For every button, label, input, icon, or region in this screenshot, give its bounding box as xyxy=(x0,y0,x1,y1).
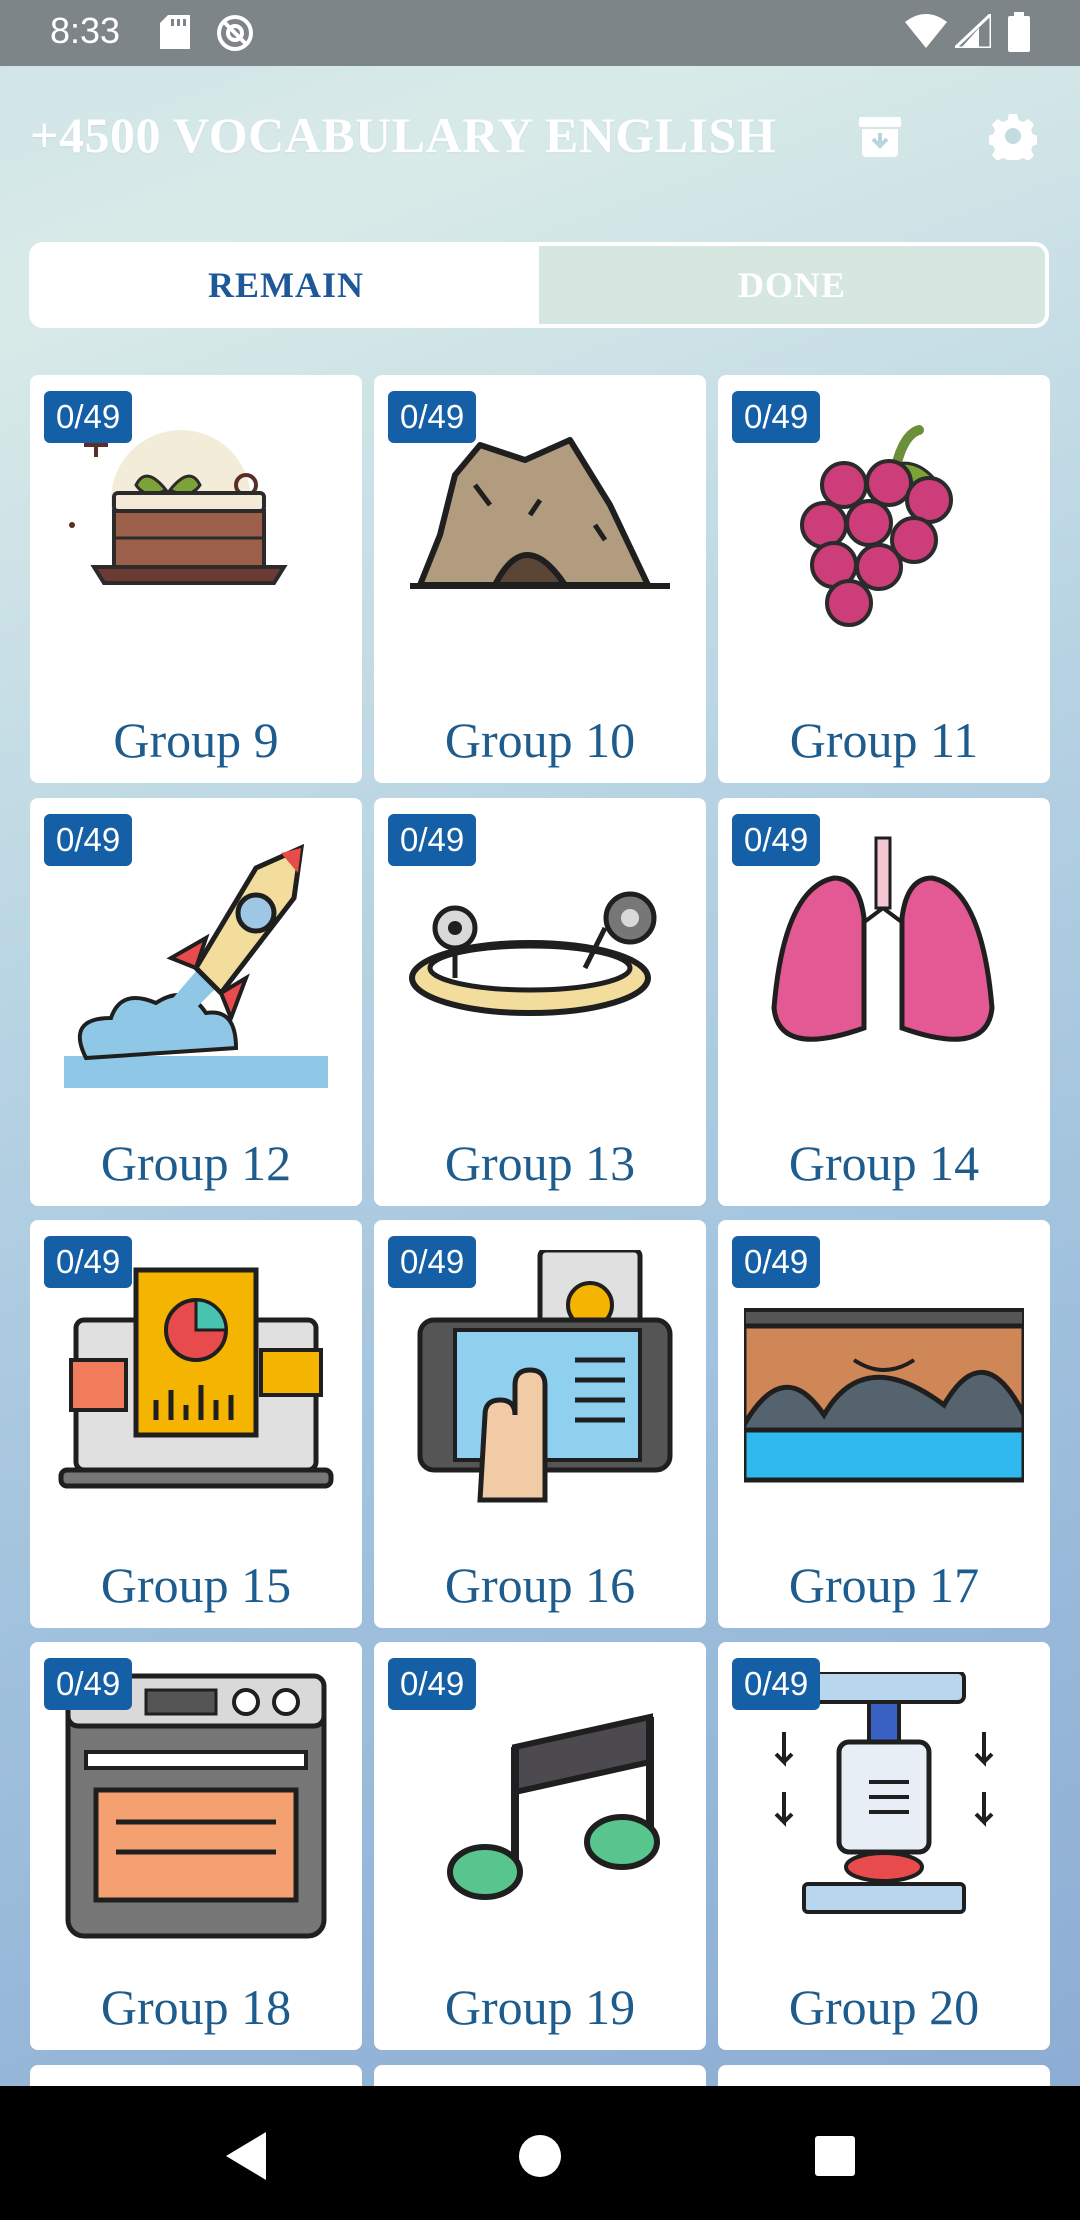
bracelet-icon xyxy=(409,891,657,1016)
progress-badge: 0/49 xyxy=(388,814,477,866)
group-card[interactable]: 0/49 Group 14 xyxy=(718,798,1050,1206)
progress-badge: 0/49 xyxy=(388,1236,477,1288)
progress-badge: 0/49 xyxy=(44,1236,133,1288)
analytics-laptop-icon xyxy=(58,1267,334,1489)
touch-screen-icon xyxy=(417,1250,673,1503)
archive-download-icon[interactable] xyxy=(850,106,910,166)
battery-icon xyxy=(1008,12,1030,57)
recents-icon[interactable] xyxy=(805,2126,865,2186)
progress-badge: 0/49 xyxy=(388,1658,477,1710)
group-card[interactable]: 0/49 Group 11 xyxy=(718,375,1050,783)
group-card[interactable]: 0/49 Group 18 xyxy=(30,1642,362,2050)
lungs-icon xyxy=(771,836,995,1042)
press-machine-icon xyxy=(774,1672,994,1914)
group-card[interactable]: 0/49 Group 15 xyxy=(30,1220,362,1628)
cake-icon xyxy=(69,430,288,585)
home-icon[interactable] xyxy=(510,2126,570,2186)
music-note-icon xyxy=(447,1713,660,1900)
group-label: Group 13 xyxy=(444,1135,636,1191)
status-bar: 8:33 xyxy=(0,0,1080,66)
group-label: Group 9 xyxy=(113,712,279,768)
group-card[interactable]: 0/49 Group 16 xyxy=(374,1220,706,1628)
group-card[interactable]: 0/49 Group 17 xyxy=(718,1220,1050,1628)
group-card[interactable]: 0/49 Group 9 xyxy=(30,375,362,783)
progress-badge: 0/49 xyxy=(44,391,133,443)
group-label: Group 18 xyxy=(100,1979,292,2035)
system-navigation-bar xyxy=(0,2086,1080,2220)
bridge-icon xyxy=(744,1308,1024,1483)
progress-badge: 0/49 xyxy=(44,814,133,866)
group-card[interactable]: 0/49 Group 19 xyxy=(374,1642,706,2050)
back-icon[interactable] xyxy=(215,2126,275,2186)
group-label: Group 10 xyxy=(444,712,636,768)
cellular-signal-icon xyxy=(951,10,993,53)
group-label: Group 12 xyxy=(100,1135,292,1191)
tab-bar: REMAIN DONE xyxy=(29,242,1049,328)
progress-badge: 0/49 xyxy=(732,391,821,443)
group-card[interactable]: 0/49 Group 20 xyxy=(718,1642,1050,2050)
cave-icon xyxy=(410,437,670,589)
grapes-icon xyxy=(800,425,953,627)
oven-icon xyxy=(65,1673,327,1939)
progress-badge: 0/49 xyxy=(44,1658,133,1710)
rocket-icon xyxy=(64,843,328,1088)
group-label: Group 14 xyxy=(788,1135,980,1191)
group-card[interactable]: 0/49 Group 12 xyxy=(30,798,362,1206)
sync-icon xyxy=(215,13,255,58)
group-label: Group 11 xyxy=(789,712,979,768)
progress-badge: 0/49 xyxy=(732,1658,821,1710)
group-label: Group 17 xyxy=(788,1557,980,1613)
group-label: Group 20 xyxy=(788,1979,980,2035)
group-label: Group 15 xyxy=(100,1557,292,1613)
progress-badge: 0/49 xyxy=(732,1236,821,1288)
wifi-icon xyxy=(905,14,947,53)
group-card[interactable]: 0/49 Group 10 xyxy=(374,375,706,783)
progress-badge: 0/49 xyxy=(732,814,821,866)
app-title: +4500 VOCABULARY ENGLISH xyxy=(30,107,777,163)
tab-done[interactable]: DONE xyxy=(539,246,1045,324)
gear-icon[interactable] xyxy=(983,106,1043,166)
status-time: 8:33 xyxy=(50,10,121,51)
progress-badge: 0/49 xyxy=(388,391,477,443)
tab-remain[interactable]: REMAIN xyxy=(33,246,539,324)
app-bar: +4500 VOCABULARY ENGLISH xyxy=(0,66,1080,196)
group-label: Group 19 xyxy=(444,1979,636,2035)
group-card[interactable]: 0/49 Group 13 xyxy=(374,798,706,1206)
sd-card-icon xyxy=(160,15,190,54)
group-label: Group 16 xyxy=(444,1557,636,1613)
